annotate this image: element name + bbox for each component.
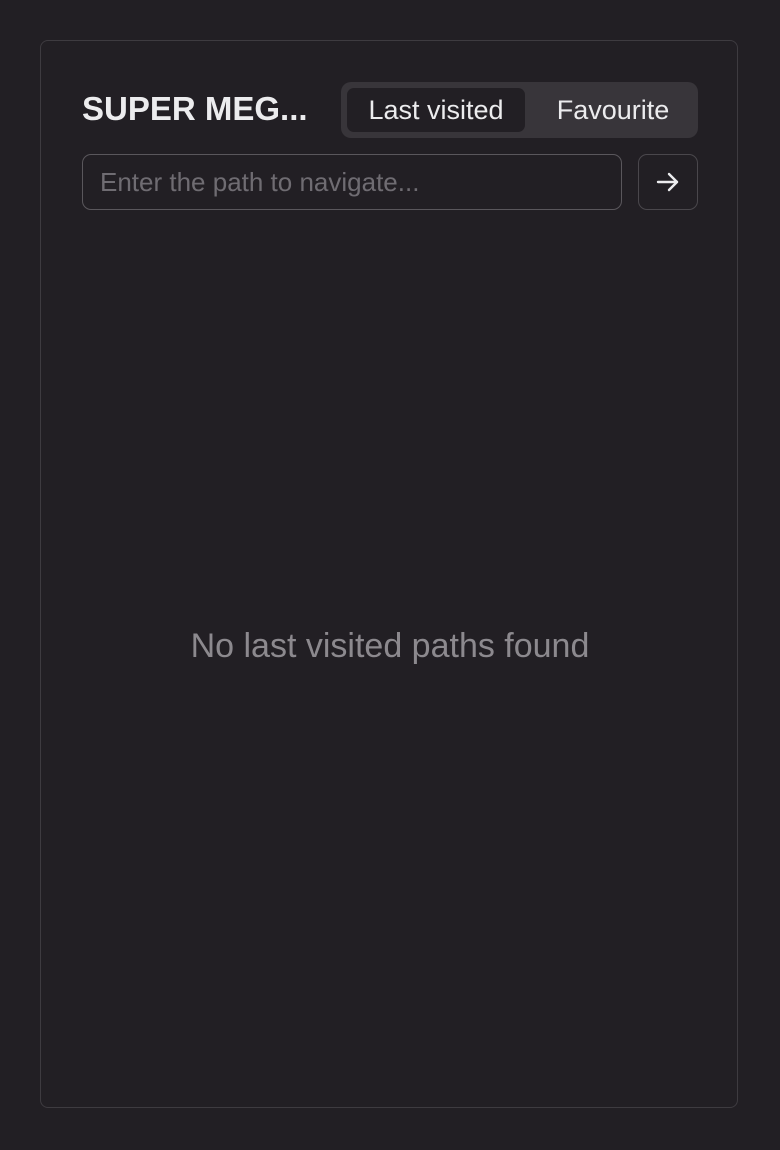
- navigate-button[interactable]: [638, 154, 698, 210]
- tab-group: Last visited Favourite: [341, 82, 698, 138]
- panel-title: SUPER MEG...: [82, 90, 308, 127]
- tab-last-visited[interactable]: Last visited: [347, 88, 525, 132]
- arrow-right-icon: [656, 172, 679, 192]
- path-input[interactable]: [82, 154, 622, 210]
- empty-state-message: No last visited paths found: [190, 627, 590, 665]
- tab-favourite[interactable]: Favourite: [534, 88, 692, 132]
- panel-header: SUPER MEG... Last visited Favourite: [82, 82, 698, 138]
